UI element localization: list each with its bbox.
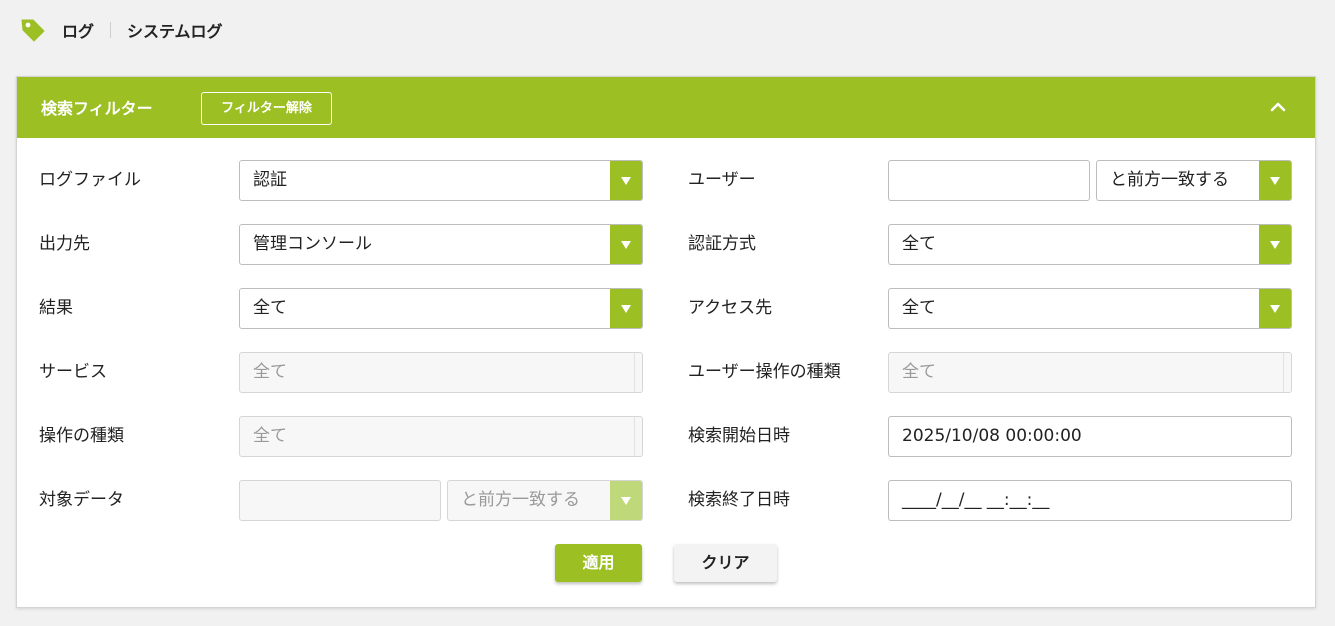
user-operation-type-value: 全て <box>902 362 936 382</box>
target-data-input <box>239 480 441 521</box>
breadcrumb-separator <box>110 22 112 38</box>
search-filter-panel: 検索フィルター フィルター解除 ログファイル 認証 出力先 管理コンソール 結果… <box>16 76 1316 608</box>
caret-down-icon[interactable] <box>1259 161 1291 200</box>
access-target-label: アクセス先 <box>688 298 773 318</box>
search-start-datetime-input[interactable]: 2025/10/08 00:00:00 <box>888 416 1292 457</box>
caret-down-icon[interactable] <box>1259 225 1291 264</box>
user-input[interactable] <box>888 160 1090 201</box>
service-value: 全て <box>253 362 287 382</box>
output-target-label: 出力先 <box>39 234 90 254</box>
disabled-select-edge <box>634 353 642 392</box>
search-end-datetime-input[interactable]: ____/__/__ __:__:__ <box>888 480 1292 521</box>
breadcrumb-item-system-log: システムログ <box>127 22 223 41</box>
auth-method-value: 全て <box>902 234 936 254</box>
log-file-select[interactable]: 認証 <box>239 160 643 201</box>
access-target-value: 全て <box>902 298 936 318</box>
user-label: ユーザー <box>688 170 756 190</box>
caret-down-icon[interactable] <box>610 289 642 328</box>
auth-method-label: 認証方式 <box>688 234 756 254</box>
log-file-value: 認証 <box>253 170 287 190</box>
disabled-select-edge <box>634 417 642 456</box>
operation-type-label: 操作の種類 <box>39 426 124 446</box>
user-match-select[interactable]: と前方一致する <box>1096 160 1292 201</box>
breadcrumb: ログ システムログ <box>20 16 223 44</box>
result-label: 結果 <box>39 298 73 318</box>
chevron-up-icon[interactable] <box>1265 94 1291 120</box>
caret-down-icon[interactable] <box>610 161 642 200</box>
output-target-select[interactable]: 管理コンソール <box>239 224 643 265</box>
target-data-match-value: と前方一致する <box>461 490 580 510</box>
search-end-value: ____/__/__ __:__:__ <box>902 490 1050 510</box>
filter-panel-title: 検索フィルター <box>41 99 153 118</box>
user-operation-type-label: ユーザー操作の種類 <box>688 362 841 382</box>
operation-type-select: 全て <box>239 416 643 457</box>
auth-method-select[interactable]: 全て <box>888 224 1292 265</box>
result-value: 全て <box>253 298 287 318</box>
result-select[interactable]: 全て <box>239 288 643 329</box>
apply-button[interactable]: 適用 <box>555 544 642 582</box>
clear-filter-button[interactable]: フィルター解除 <box>201 92 332 125</box>
tag-icon <box>21 19 45 42</box>
user-operation-type-select: 全て <box>888 352 1292 393</box>
search-start-label: 検索開始日時 <box>688 426 790 446</box>
search-start-value: 2025/10/08 00:00:00 <box>902 426 1082 446</box>
log-file-label: ログファイル <box>39 170 141 190</box>
user-match-value: と前方一致する <box>1110 170 1229 190</box>
caret-down-icon[interactable] <box>1259 289 1291 328</box>
service-label: サービス <box>39 362 107 382</box>
filter-panel-header: 検索フィルター フィルター解除 <box>17 77 1315 138</box>
disabled-select-edge <box>1283 353 1291 392</box>
caret-down-icon <box>610 481 642 520</box>
clear-button[interactable]: クリア <box>674 544 777 582</box>
operation-type-value: 全て <box>253 426 287 446</box>
caret-down-icon[interactable] <box>610 225 642 264</box>
target-data-label: 対象データ <box>39 490 124 510</box>
service-select: 全て <box>239 352 643 393</box>
access-target-select[interactable]: 全て <box>888 288 1292 329</box>
breadcrumb-item-log[interactable]: ログ <box>62 18 94 42</box>
search-end-label: 検索終了日時 <box>688 490 790 510</box>
target-data-match-select: と前方一致する <box>447 480 643 521</box>
output-target-value: 管理コンソール <box>253 234 372 254</box>
